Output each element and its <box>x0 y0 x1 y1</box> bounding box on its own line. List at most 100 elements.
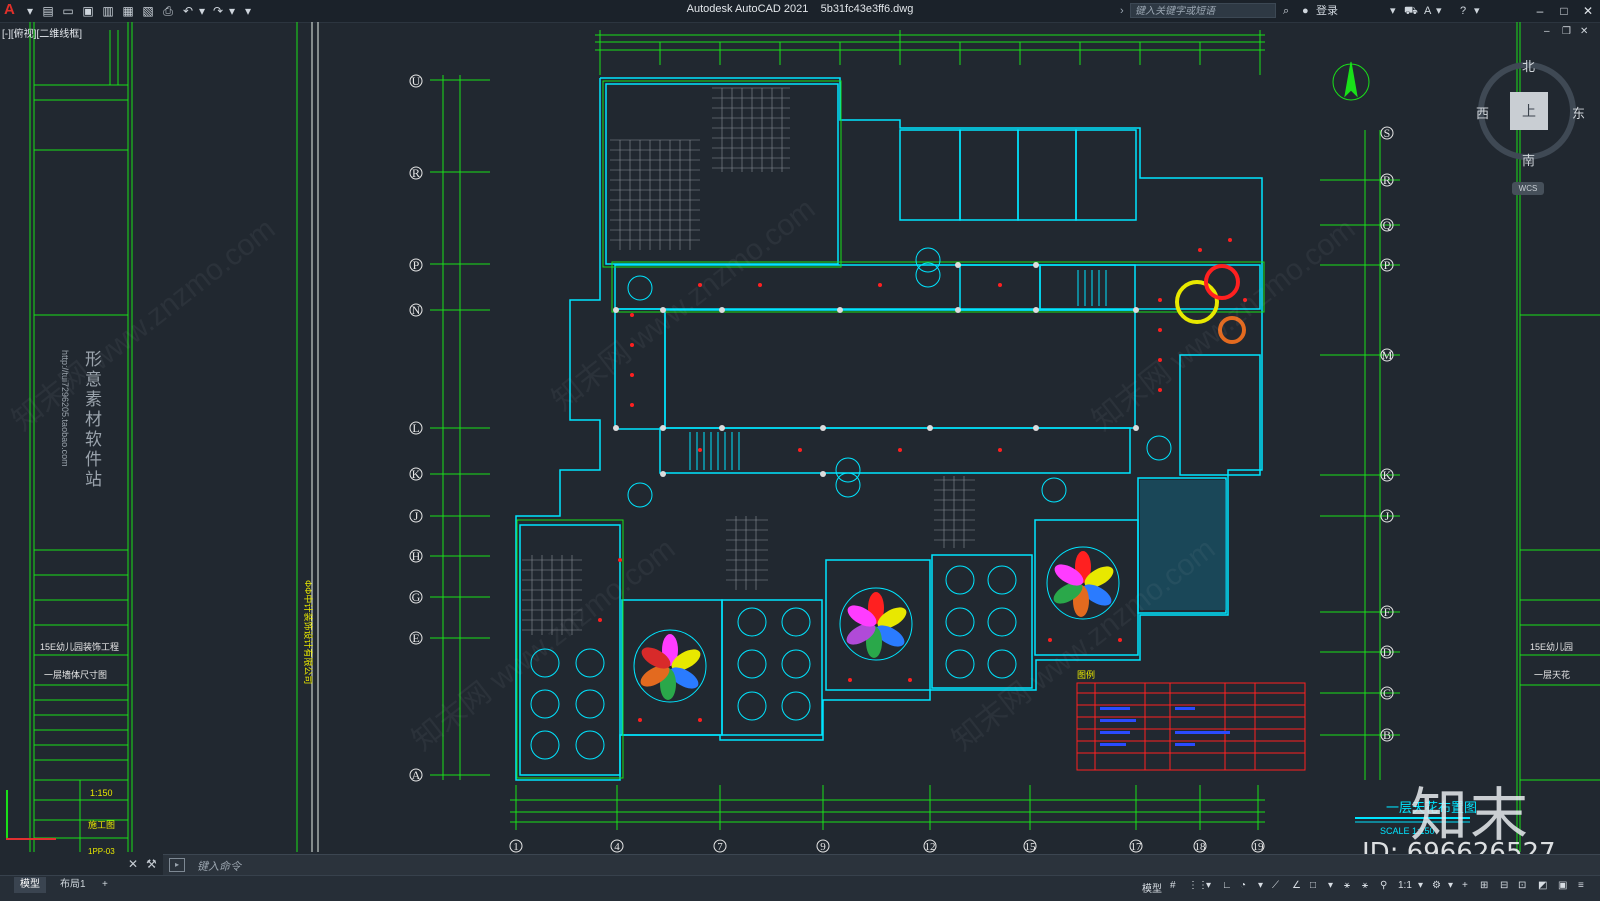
viewcube-top-face[interactable]: 上 <box>1510 92 1548 130</box>
search-expand-icon[interactable]: › <box>1120 3 1124 19</box>
a360-dropdown-icon[interactable]: ▾ <box>1436 3 1442 19</box>
viewcube-north[interactable]: 北 <box>1522 56 1535 75</box>
snap-dropdown-icon[interactable]: ▾ <box>1206 880 1211 891</box>
annotation-monitor-icon[interactable]: + <box>1462 880 1468 891</box>
help-dropdown-icon[interactable]: ▾ <box>1474 3 1480 19</box>
right-grid-bubbles: S R Q P M K J F D C B <box>1380 126 1394 742</box>
grid-row-label: R <box>1383 173 1391 187</box>
flower-ceiling-3 <box>1046 546 1120 620</box>
wcs-menu[interactable]: WCS <box>1512 182 1544 195</box>
object-snap-icon[interactable]: □ <box>1310 880 1316 891</box>
cart-icon[interactable]: ⛟ <box>1404 3 1418 19</box>
polar-tracking-icon[interactable]: ◔ <box>1240 880 1246 891</box>
north-arrow-icon <box>1332 61 1370 101</box>
tab-model[interactable]: 模型 <box>14 877 46 893</box>
autocad-logo-icon[interactable]: A <box>4 2 20 18</box>
close-button[interactable]: ✕ <box>1578 1 1598 21</box>
workspace-gear-icon[interactable]: ⚙ <box>1432 880 1441 891</box>
login-dropdown-icon[interactable]: ▾ <box>1390 3 1396 19</box>
command-customize-icon[interactable]: ⚒ <box>146 857 157 871</box>
vertical-url-text: http://tui7296205.taobao.com <box>60 350 70 467</box>
login-button[interactable]: 登录 <box>1316 3 1338 19</box>
grid-row-label: U <box>412 74 421 88</box>
isolate-objects-icon[interactable]: ◩ <box>1538 880 1547 891</box>
grid-row-label: M <box>1382 348 1393 362</box>
annotation-visibility-icon[interactable]: ⚹ <box>1344 880 1350 891</box>
quick-properties-icon[interactable]: ⊟ <box>1500 880 1508 891</box>
tile-grid <box>522 87 975 635</box>
app-title: Autodesk AutoCAD 2021 <box>686 3 809 15</box>
grid-row-label: D <box>1383 645 1392 659</box>
isodraft-icon[interactable]: ⟋ <box>1272 880 1279 891</box>
polar-dropdown-icon[interactable]: ▾ <box>1258 880 1263 891</box>
viewcube-south[interactable]: 南 <box>1522 150 1535 169</box>
customization-menu-icon[interactable]: ≡ <box>1578 880 1584 891</box>
save-as-icon[interactable]: ▥ <box>100 3 116 19</box>
ortho-icon[interactable]: ∟ <box>1222 880 1232 891</box>
units-icon[interactable]: ⊞ <box>1480 880 1488 891</box>
annotation-scale-dropdown-icon[interactable]: ▾ <box>1418 880 1423 891</box>
clean-screen-icon[interactable]: ▣ <box>1558 880 1567 891</box>
save-icon[interactable]: ▣ <box>80 3 96 19</box>
viewport-minimize-icon[interactable]: – <box>1544 26 1550 37</box>
flower-ceiling-2 <box>839 587 913 661</box>
top-dimension-lines <box>595 30 1265 75</box>
save-to-web-icon[interactable]: ▧ <box>140 3 156 19</box>
grid-icon[interactable]: # <box>1170 880 1176 891</box>
ucs-x-axis-icon <box>6 838 56 840</box>
vertical-watermark-text: 形意素材软件站 <box>82 350 101 490</box>
command-history-icon[interactable]: ▸ <box>169 858 185 872</box>
company-vertical-text: ΦΦ中计装饰设计有限公司 <box>303 580 314 684</box>
grid-row-label: R <box>412 166 420 180</box>
legend-title: 图例 <box>1077 669 1095 680</box>
customize-quick-access-icon[interactable]: ▾ <box>240 3 256 19</box>
lock-ui-icon[interactable]: ⊡ <box>1518 880 1526 891</box>
viewport-close-icon[interactable]: ✕ <box>1580 26 1588 37</box>
auto-scale-icon[interactable]: ⚹ <box>1362 880 1368 891</box>
viewcube-east[interactable]: 东 <box>1572 103 1585 122</box>
open-folder-icon[interactable]: ▭ <box>60 3 76 19</box>
viewcube-west[interactable]: 西 <box>1476 103 1489 122</box>
drawing-canvas[interactable]: ΦΦ中计装饰设计有限公司 U R P N L K J H G E A 1 4 7… <box>0 22 1600 880</box>
drawing-name: 一层墙体尺寸图 <box>44 670 108 680</box>
search-icon[interactable]: ⌕ <box>1283 3 1289 19</box>
grid-row-label: C <box>1383 686 1391 700</box>
workspace-dropdown-icon[interactable]: ▾ <box>1448 880 1453 891</box>
undo-dropdown-icon[interactable]: ▾ <box>194 3 210 19</box>
drawing-stage: 施工图 <box>88 820 116 830</box>
viewport-restore-icon[interactable]: ❐ <box>1562 26 1571 37</box>
autodesk-a360-icon[interactable]: A <box>1424 3 1431 19</box>
open-from-web-icon[interactable]: ▦ <box>120 3 136 19</box>
command-input[interactable]: 键入命令 <box>197 858 241 874</box>
viewport-controls-label[interactable]: [-][俯视][二维线框] <box>2 25 82 40</box>
grid-col-label: 19 <box>1253 841 1265 853</box>
minimize-button[interactable]: – <box>1530 1 1550 21</box>
legend-table <box>1076 682 1306 771</box>
grid-row-label: J <box>414 509 419 523</box>
maximize-button[interactable]: □ <box>1554 1 1574 21</box>
grid-row-label: P <box>413 258 420 272</box>
grid-col-label: 1 <box>513 841 519 853</box>
title-bar: A ▾ ▤ ▭ ▣ ▥ ▦ ▧ ⎙ ↶ ▾ ↷ ▾ ▾ Autodesk Aut… <box>0 0 1600 23</box>
help-icon[interactable]: ? <box>1460 3 1466 19</box>
object-snap-tracking-icon[interactable]: ∠ <box>1292 880 1301 891</box>
search-input[interactable]: 键入关键字或短语 <box>1130 3 1276 18</box>
stairs <box>689 270 1107 470</box>
command-close-icon[interactable]: ✕ <box>128 857 138 871</box>
tab-layout1[interactable]: 布局1 <box>54 877 92 893</box>
snap-icon[interactable]: ⋮⋮ <box>1188 880 1208 891</box>
annotation-scale-value[interactable]: 1:1 <box>1398 880 1412 891</box>
legend-text-bars <box>1100 707 1230 746</box>
grid-row-label: P <box>1384 258 1391 272</box>
command-line[interactable]: ▸ 键入命令 <box>163 854 1600 875</box>
app-menu-chevron-icon[interactable]: ▾ <box>22 3 38 19</box>
annotation-scale-icon[interactable]: ⚲ <box>1380 880 1387 891</box>
redo-dropdown-icon[interactable]: ▾ <box>224 3 240 19</box>
building-walls <box>515 77 1263 781</box>
model-space-toggle[interactable]: 模型 <box>1142 880 1162 895</box>
new-file-icon[interactable]: ▤ <box>40 3 56 19</box>
add-layout-button[interactable]: + <box>96 877 114 893</box>
print-icon[interactable]: ⎙ <box>160 3 176 19</box>
object-snap-dropdown-icon[interactable]: ▾ <box>1328 880 1333 891</box>
user-icon[interactable]: ● <box>1302 3 1309 19</box>
